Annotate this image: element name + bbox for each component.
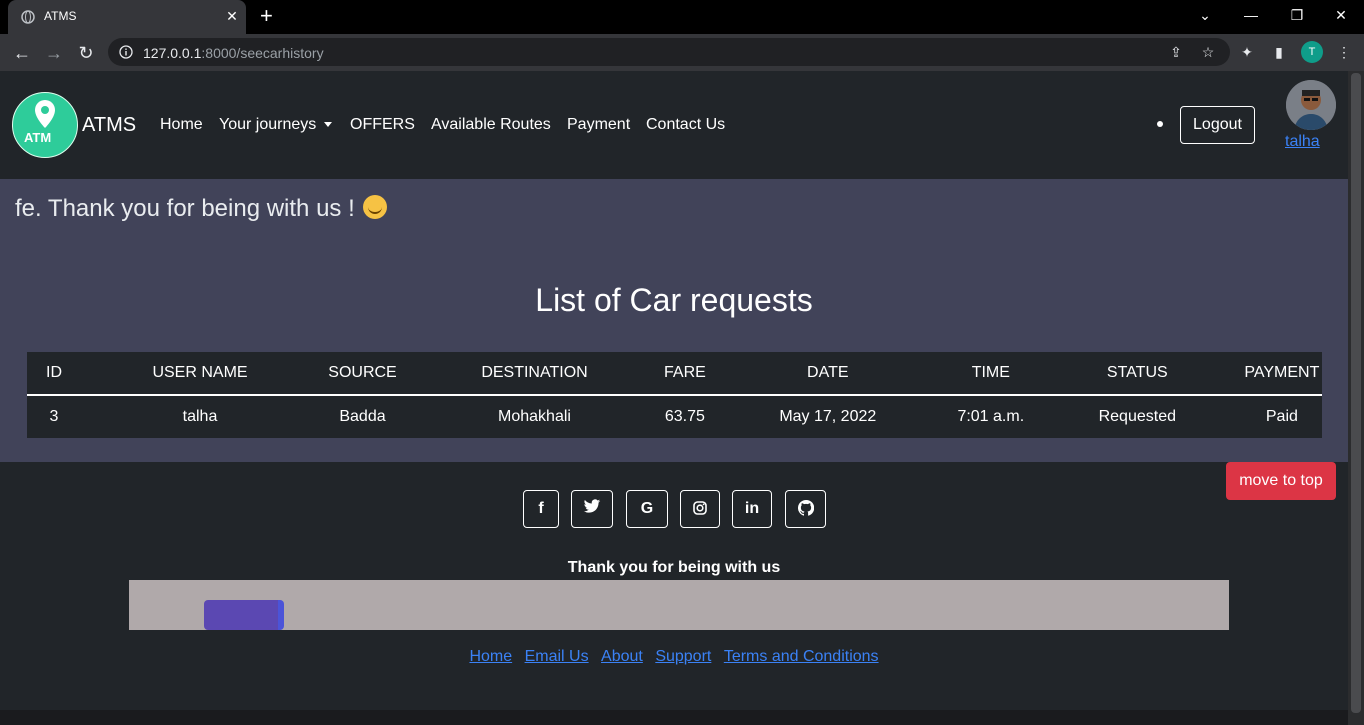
cell-time: 7:01 a.m. <box>957 408 1025 425</box>
globe-icon <box>21 10 35 24</box>
url-text[interactable]: 127.0.0.1:8000/seecarhistory <box>143 45 324 61</box>
profile-avatar[interactable]: T <box>1301 41 1323 63</box>
nav-available-routes[interactable]: Available Routes <box>431 116 551 134</box>
col-id: ID <box>27 352 81 396</box>
col-date: DATE <box>706 352 949 396</box>
footer-link-terms[interactable]: Terms and Conditions <box>724 648 879 665</box>
col-status: STATUS <box>1032 352 1242 396</box>
google-icon[interactable]: G <box>626 490 668 528</box>
close-window-button[interactable]: ✕ <box>1318 0 1364 32</box>
footer-thanks-text: Thank you for being with us <box>567 559 781 576</box>
bookmark-star-icon[interactable]: ☆ <box>1198 42 1218 62</box>
github-octocat-icon <box>797 499 814 516</box>
back-arrow-icon[interactable]: ← <box>10 41 34 65</box>
table-row: 3 talha Badda Mohakhali 63.75 May 17, 20… <box>27 395 1322 438</box>
extensions-icon[interactable]: ✦ <box>1237 42 1257 62</box>
forward-arrow-icon[interactable]: → <box>42 41 66 65</box>
marquee-text: fe. Thank you for being with us ! <box>15 195 355 222</box>
caret-down-icon <box>324 122 333 128</box>
site-info-icon[interactable] <box>119 45 133 59</box>
cell-source: Badda <box>339 408 386 425</box>
instagram-glyph-icon <box>693 501 707 515</box>
user-avatar[interactable] <box>1286 80 1336 130</box>
twitter-icon[interactable] <box>571 490 613 528</box>
share-icon[interactable]: ⇪ <box>1166 42 1186 62</box>
col-time: TIME <box>948 352 1033 396</box>
github-icon[interactable] <box>785 490 826 528</box>
scrollbar-thumb[interactable] <box>1351 73 1361 713</box>
cell-id: 3 <box>49 408 59 425</box>
location-pin-icon <box>35 100 55 128</box>
cell-status: Requested <box>1098 408 1176 425</box>
footer-link-email-us[interactable]: Email Us <box>525 648 589 665</box>
footer-links: Home Email Us About Support Terms and Co… <box>0 648 1348 666</box>
url-path: :8000/seecarhistory <box>201 45 324 61</box>
nav-offers[interactable]: OFFERS <box>350 116 415 134</box>
table-header-row: ID USER NAME SOURCE DESTINATION FARE DAT… <box>27 352 1322 396</box>
footer-link-about[interactable]: About <box>601 648 643 665</box>
nav-home[interactable]: Home <box>160 116 203 134</box>
twitter-bird-icon <box>583 499 601 513</box>
instagram-icon[interactable] <box>680 490 720 528</box>
facebook-icon[interactable]: f <box>523 490 559 528</box>
footer-link-support[interactable]: Support <box>655 648 711 665</box>
col-fare: FARE <box>663 352 707 396</box>
cell-fare: 63.75 <box>664 408 705 425</box>
brand-name[interactable]: ATMS <box>82 114 136 137</box>
restore-button[interactable]: ❐ <box>1274 0 1320 32</box>
col-user-name: USER NAME <box>81 352 319 396</box>
smiley-emoji-icon <box>362 195 387 219</box>
tab-title: ATMS <box>44 9 77 23</box>
logout-button[interactable]: Logout <box>1180 106 1255 144</box>
new-tab-button[interactable]: + <box>260 4 273 28</box>
tab-search-icon[interactable]: ⌄ <box>1182 0 1228 32</box>
linkedin-icon[interactable]: in <box>732 490 772 528</box>
browser-tab[interactable]: ATMS ✕ <box>8 0 246 34</box>
cell-destination: Mohakhali <box>498 408 571 425</box>
move-to-top-button[interactable]: move to top <box>1226 462 1336 500</box>
logo-text: ATM <box>24 130 52 145</box>
nav-contact-us[interactable]: Contact Us <box>646 116 725 134</box>
cell-date: May 17, 2022 <box>779 408 877 425</box>
side-panel-icon[interactable]: ▮ <box>1269 42 1289 62</box>
page-title: List of Car requests <box>535 282 813 318</box>
welcome-marquee: fe. Thank you for being with us ! <box>15 195 387 223</box>
menu-kebab-icon[interactable]: ⋮ <box>1334 42 1354 62</box>
nav-payment[interactable]: Payment <box>567 116 630 134</box>
nav-your-journeys[interactable]: Your journeys <box>219 116 333 134</box>
cell-payment: Paid <box>1265 408 1298 425</box>
col-destination: DESTINATION <box>406 352 663 396</box>
footer-link-home[interactable]: Home <box>469 648 512 665</box>
minimize-button[interactable]: — <box>1228 0 1274 32</box>
url-host: 127.0.0.1 <box>143 45 202 61</box>
tab-close-icon[interactable]: ✕ <box>224 8 240 25</box>
col-source: SOURCE <box>319 352 406 396</box>
car-requests-table: ID USER NAME SOURCE DESTINATION FARE DAT… <box>27 352 1322 438</box>
user-photo-icon <box>1286 80 1336 130</box>
nav-your-journeys-label: Your journeys <box>219 116 317 133</box>
reload-icon[interactable]: ↻ <box>74 41 98 65</box>
cell-user-name: talha <box>182 408 218 425</box>
page-bottom <box>0 710 1348 725</box>
col-payment: PAYMENT <box>1241 352 1322 396</box>
atm-logo[interactable] <box>12 92 78 158</box>
banner-block <box>204 600 284 630</box>
footer-banner <box>129 580 1229 630</box>
username-link[interactable]: talha <box>1285 133 1320 151</box>
nav-bullet <box>1157 121 1163 127</box>
